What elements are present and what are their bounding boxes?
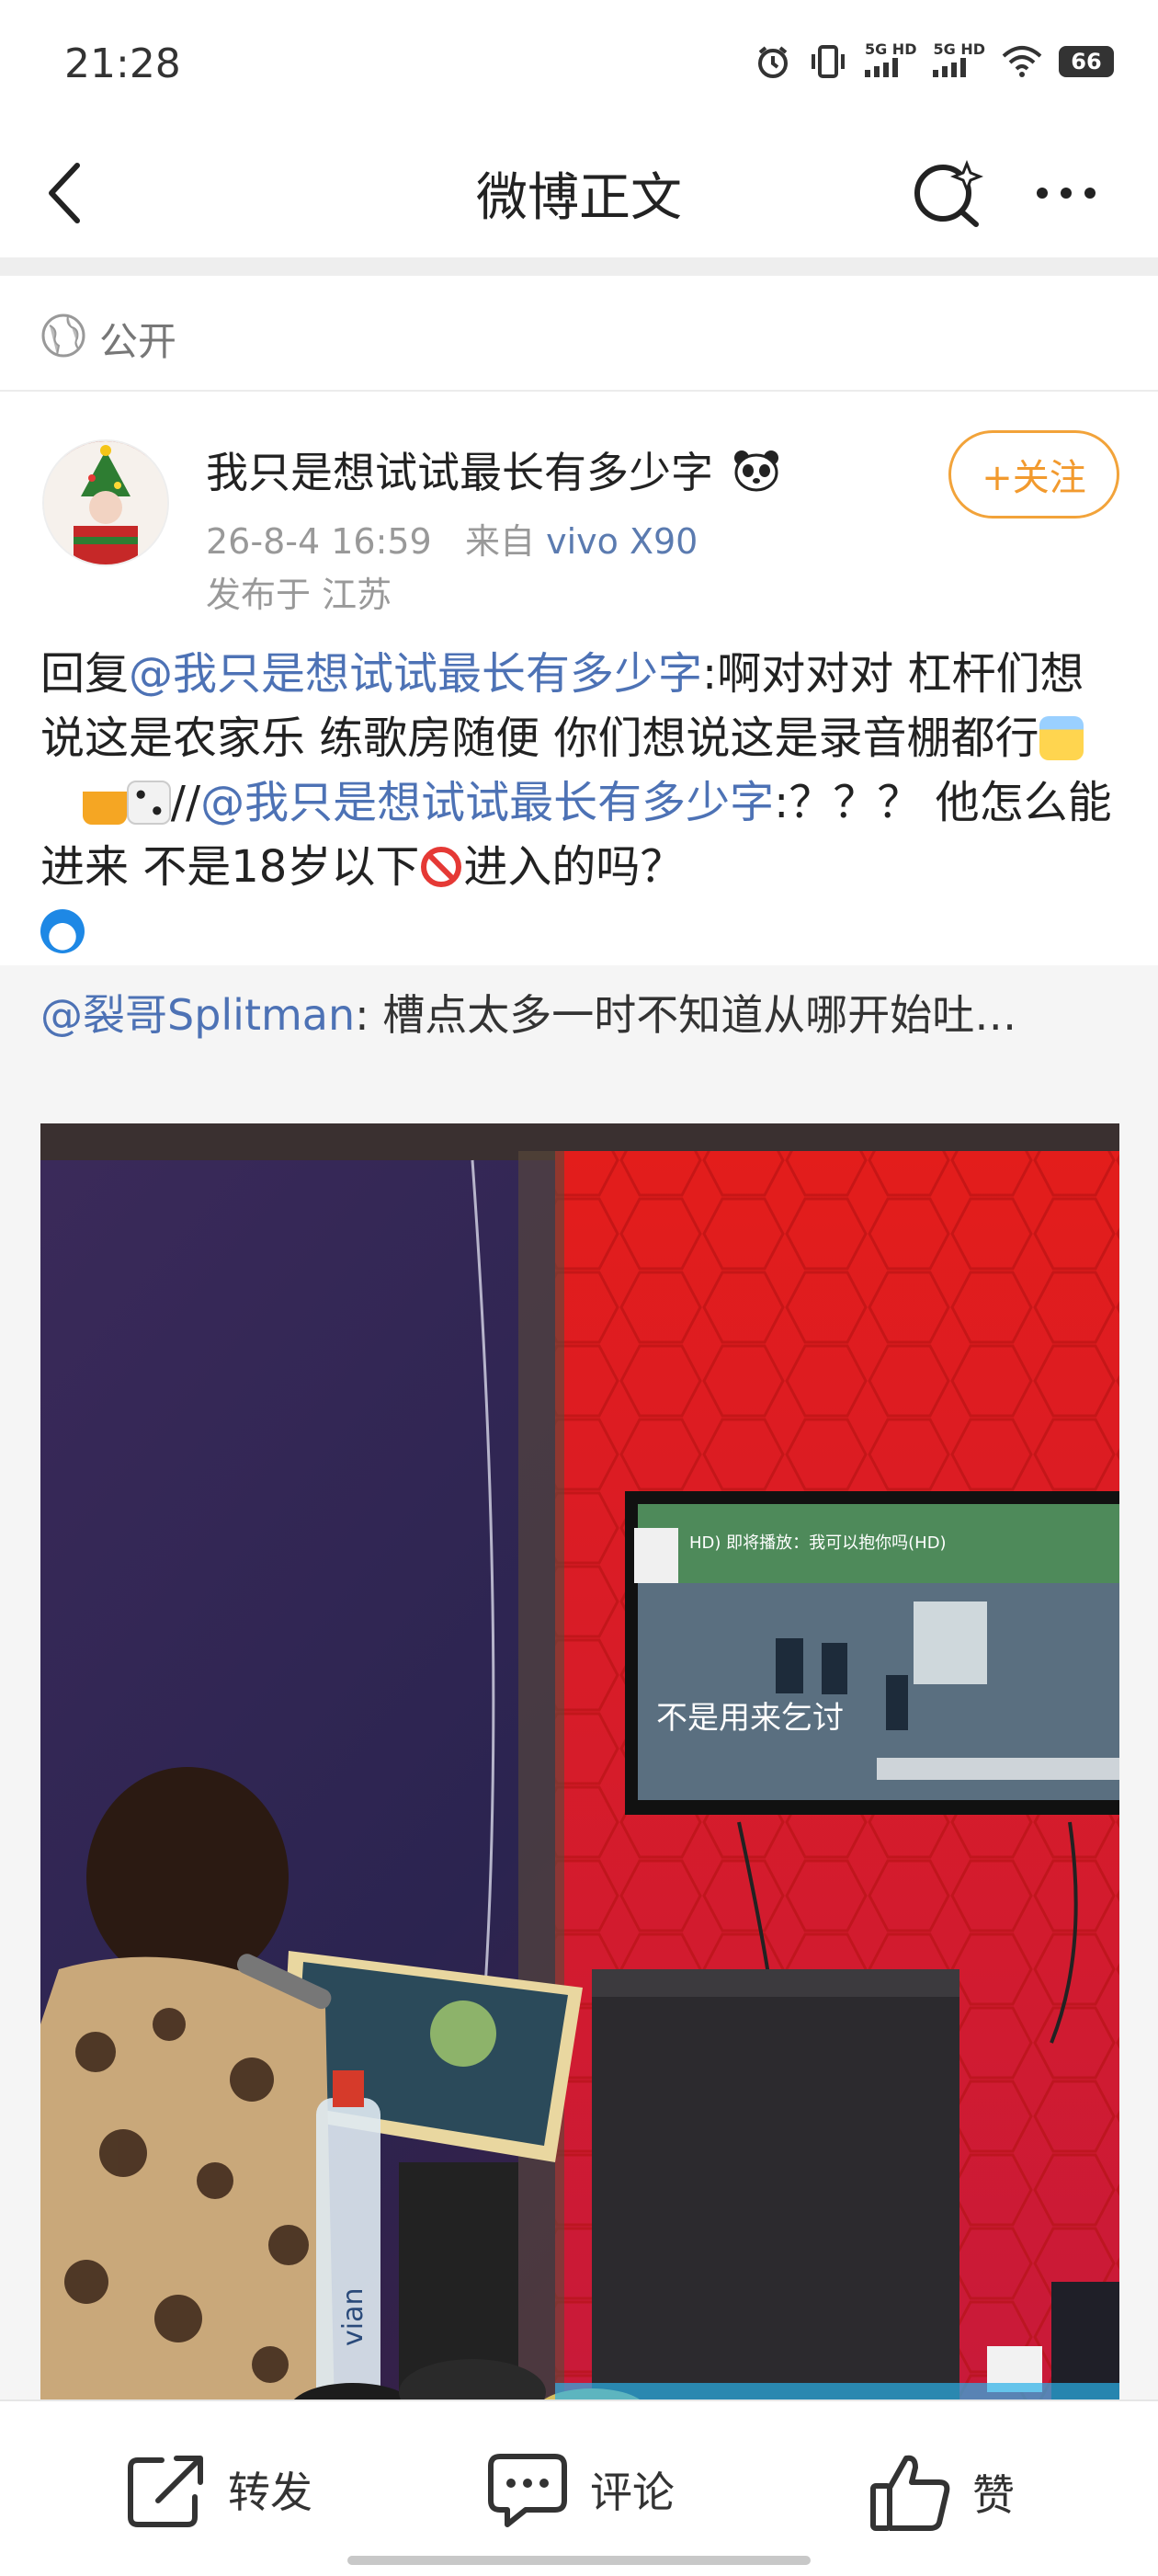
- tv-subtitle: 不是用来乞讨: [656, 1700, 844, 1737]
- karaoke-photo: HD) 即将播放：我可以抱你吗(HD) 不是用来乞讨 vian: [40, 1123, 1119, 2411]
- mention-link[interactable]: @我只是想试试最长有多少字: [200, 777, 774, 828]
- angel-emoji-icon: [1039, 716, 1084, 760]
- share-icon: [128, 2456, 203, 2527]
- home-indicator[interactable]: [347, 2556, 811, 2565]
- signal-5g-2: 5G HD: [933, 42, 985, 81]
- wifi-icon: [1002, 46, 1042, 77]
- repost-button[interactable]: 转发: [125, 2451, 312, 2528]
- battery-icon: 66: [1059, 46, 1114, 77]
- status-time: 21:28: [64, 40, 181, 87]
- action-bar: 转发 评论 赞: [0, 2399, 1158, 2576]
- repost-label: 转发: [228, 2468, 312, 2517]
- post-device[interactable]: vivo X90: [546, 521, 698, 562]
- visibility-row: 公开: [0, 276, 1158, 392]
- repost-author[interactable]: @裂哥Splitman: [40, 990, 355, 1040]
- mention-link[interactable]: @我只是想试试最长有多少字: [129, 648, 702, 700]
- signal-5g-1: 5G HD: [864, 42, 916, 81]
- avatar-image: [44, 441, 167, 564]
- signal-icon: [864, 58, 898, 77]
- post-location: 发布于 江苏: [206, 575, 392, 615]
- like-button[interactable]: 赞: [868, 2451, 1015, 2534]
- visibility-label: 公开: [99, 319, 177, 364]
- globe-icon: [41, 313, 85, 358]
- status-icons: 5G HD 5G HD 66: [755, 42, 1114, 81]
- nav-bar: 微博正文: [0, 129, 1158, 257]
- prohibited-emoji-icon: [421, 847, 462, 887]
- comment-icon: [488, 2454, 567, 2527]
- like-label: 赞: [972, 2470, 1015, 2520]
- status-bar: 21:28 5G HD 5G HD 66: [0, 0, 1158, 129]
- page-title: 微博正文: [476, 168, 682, 228]
- bottle-label: vian: [337, 2288, 369, 2347]
- panda-emoji-icon: [733, 450, 778, 492]
- post-time: 26-8-4 16:59: [206, 521, 432, 562]
- vibrate-icon: [811, 45, 845, 78]
- alarm-icon: [757, 46, 788, 78]
- repost-block[interactable]: @裂哥Splitman: 槽点太多一时不知道从哪开始吐… HD) 即将播放：我可…: [0, 965, 1158, 2411]
- dice-emoji-icon: [126, 781, 171, 825]
- more-options-icon[interactable]: [1029, 171, 1103, 215]
- beer-emoji-icon: [82, 781, 127, 825]
- post-source-prefix: 来自: [464, 521, 535, 562]
- repost-text: @裂哥Splitman: 槽点太多一时不知道从哪开始吐…: [40, 990, 1017, 1040]
- post-body: 回复@我只是想试试最长有多少字:啊对对对 杠杆们想说这是农家乐 练歌房随便 你们…: [40, 642, 1125, 963]
- comment-label: 评论: [590, 2468, 675, 2517]
- search-icon[interactable]: [910, 156, 983, 230]
- repost-image[interactable]: HD) 即将播放：我可以抱你吗(HD) 不是用来乞讨 vian: [40, 1123, 1119, 2411]
- tv-top-text: HD) 即将播放：我可以抱你吗(HD): [689, 1533, 947, 1553]
- signal-icon: [933, 58, 967, 77]
- follow-button[interactable]: +关注: [948, 430, 1119, 519]
- doraemon-emoji-icon: [40, 909, 85, 953]
- thumbs-up-icon: [870, 2455, 950, 2531]
- comment-button[interactable]: 评论: [485, 2451, 675, 2528]
- post-username[interactable]: 我只是想试试最长有多少字: [206, 439, 780, 500]
- post-meta: 26-8-4 16:59 来自 vivo X90: [206, 513, 698, 564]
- avatar[interactable]: [42, 439, 169, 566]
- section-divider: [0, 257, 1158, 276]
